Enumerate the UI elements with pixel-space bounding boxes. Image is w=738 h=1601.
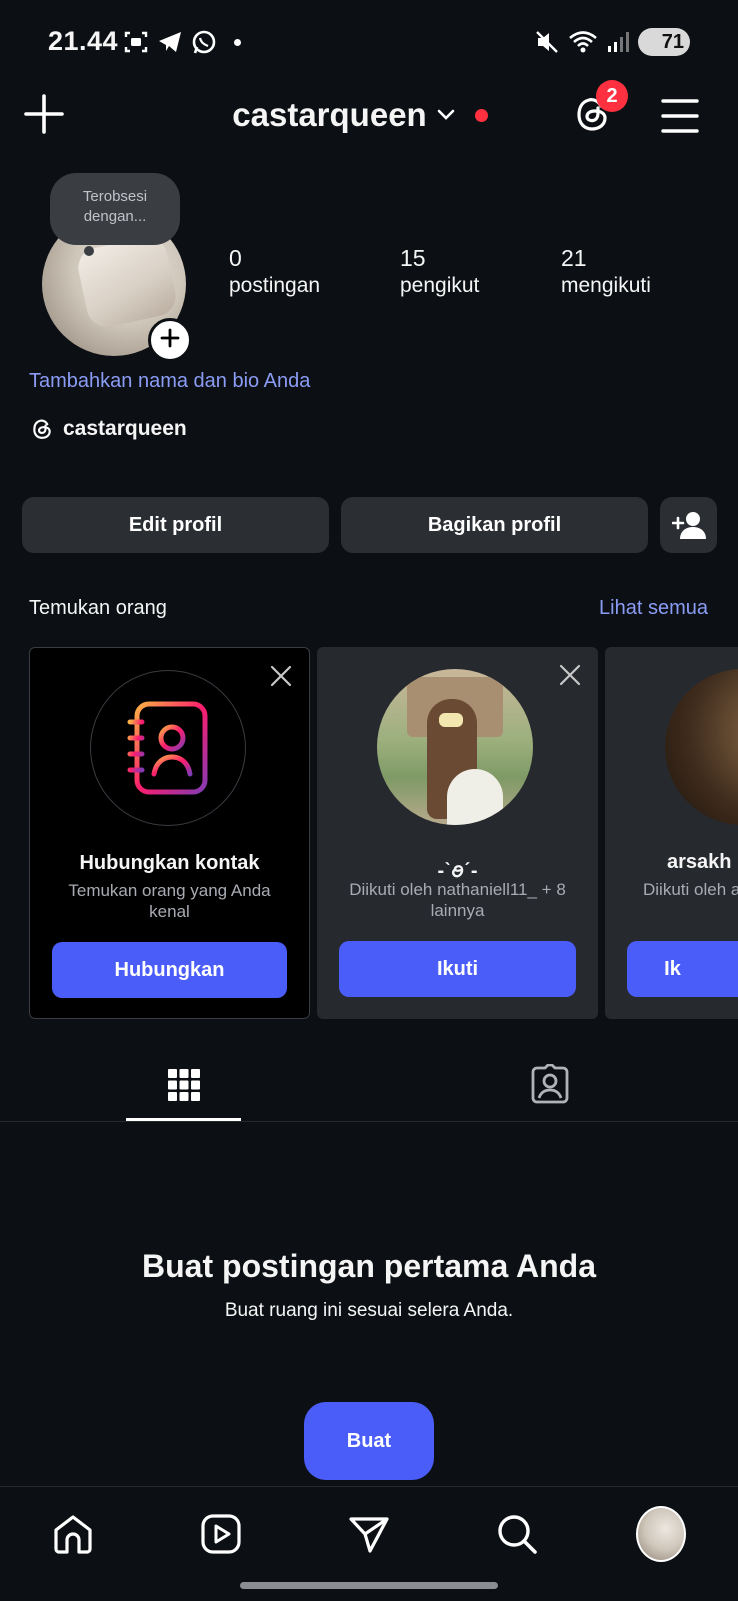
add-story-button[interactable]: [148, 318, 192, 362]
stat-value: 21: [561, 245, 587, 271]
account-switcher[interactable]: castarqueen: [0, 96, 738, 134]
edit-profile-button[interactable]: Edit profil: [22, 497, 329, 553]
send-icon: [349, 1517, 389, 1553]
search-icon: [498, 1515, 537, 1554]
tab-divider: [0, 1121, 738, 1122]
status-time: 21.44: [48, 26, 119, 56]
notification-badge: 2: [596, 80, 628, 112]
contact-book-icon: [127, 701, 208, 795]
threads-profile-link[interactable]: castarqueen: [29, 416, 187, 442]
status-bar: 21.44 71: [0, 22, 738, 62]
telegram-icon: [159, 32, 181, 52]
whatsapp-icon: [192, 30, 216, 54]
see-all-link[interactable]: Lihat semua: [599, 597, 708, 620]
hamburger-menu-icon: [661, 99, 699, 133]
note-bubble[interactable]: Terobsesi dengan...: [50, 173, 180, 245]
grid-icon: [167, 1069, 200, 1101]
plus-icon: [160, 328, 180, 348]
wifi-icon: [569, 31, 597, 53]
share-profile-button[interactable]: Bagikan profil: [341, 497, 648, 553]
stat-followers[interactable]: 15 pengikut: [400, 244, 479, 300]
discover-people-title: Temukan orang: [29, 597, 167, 619]
suggestion-subtitle: Temukan orang yang Anda kenal: [68, 881, 271, 921]
battery-level: 71: [661, 30, 684, 53]
close-icon[interactable]: [269, 664, 293, 688]
connect-contacts-button[interactable]: Hubungkan: [52, 942, 287, 998]
discover-people-button[interactable]: [660, 497, 717, 553]
mute-icon: [536, 31, 558, 53]
battery-indicator: 71: [638, 28, 690, 56]
home-indicator[interactable]: [240, 1582, 498, 1589]
create-post-button[interactable]: Buat: [304, 1402, 434, 1480]
tab-posts-grid[interactable]: [126, 1050, 241, 1120]
add-person-icon: [671, 512, 706, 539]
nav-profile[interactable]: [636, 1506, 686, 1562]
suggestion-subtitle: Diikuti oleh nathaniell11_ + 8 lainnya: [349, 880, 566, 920]
nav-messages[interactable]: [344, 1509, 394, 1559]
stat-value: 0: [229, 245, 242, 271]
close-icon[interactable]: [558, 663, 582, 687]
stat-label: pengikut: [400, 274, 480, 297]
username-title: castarqueen: [232, 96, 427, 133]
stat-posts[interactable]: 0 postingan: [229, 244, 320, 300]
suggestion-avatar[interactable]: [665, 669, 738, 825]
nav-reels[interactable]: [196, 1509, 246, 1559]
empty-state-title: Buat postingan pertama Anda: [142, 1248, 596, 1284]
screenshot-icon: [124, 31, 148, 53]
suggestion-name: Hubungkan kontak: [79, 852, 260, 874]
stat-following[interactable]: 21 mengikuti: [561, 244, 651, 300]
stat-label: postingan: [229, 274, 321, 297]
menu-button[interactable]: [660, 96, 700, 136]
add-bio-link[interactable]: Tambahkan nama dan bio Anda: [29, 370, 310, 393]
more-notifications-dot-icon: [234, 38, 241, 46]
contacts-circle: [90, 670, 246, 826]
stat-value: 15: [400, 245, 426, 271]
suggestion-subtitle: Diikuti oleh a: [643, 880, 738, 899]
tagged-person-icon: [531, 1064, 569, 1104]
signal-icon: [608, 32, 629, 52]
threads-handle-text: castarqueen: [63, 417, 187, 440]
home-icon: [54, 1515, 92, 1554]
suggestion-name: arsakh: [667, 851, 732, 873]
follow-button-label: Ik: [664, 957, 681, 980]
suggestion-card[interactable]: arsakh Diikuti oleh a Ik: [605, 647, 738, 1019]
follow-button[interactable]: Ik: [627, 941, 738, 997]
note-bubble-tail: [84, 246, 94, 256]
suggestion-avatar[interactable]: [377, 669, 533, 825]
tab-tagged[interactable]: [520, 1054, 580, 1114]
stat-label: mengikuti: [561, 274, 651, 297]
follow-button[interactable]: Ikuti: [339, 941, 576, 997]
nav-home[interactable]: [48, 1509, 98, 1559]
threads-icon: [33, 419, 51, 439]
empty-state-subtitle: Buat ruang ini sesuai selera Anda.: [224, 1300, 514, 1321]
suggestion-card-contacts[interactable]: Hubungkan kontak Temukan orang yang Anda…: [29, 647, 310, 1019]
unread-dot: [474, 108, 488, 122]
reels-icon: [201, 1514, 241, 1554]
profile-avatar-small: [636, 1506, 686, 1562]
chevron-down-icon: [437, 109, 455, 120]
suggestion-card[interactable]: -ˋꪮˊ- Diikuti oleh nathaniell11_ + 8 lai…: [317, 647, 598, 1019]
nav-search[interactable]: [492, 1509, 542, 1559]
